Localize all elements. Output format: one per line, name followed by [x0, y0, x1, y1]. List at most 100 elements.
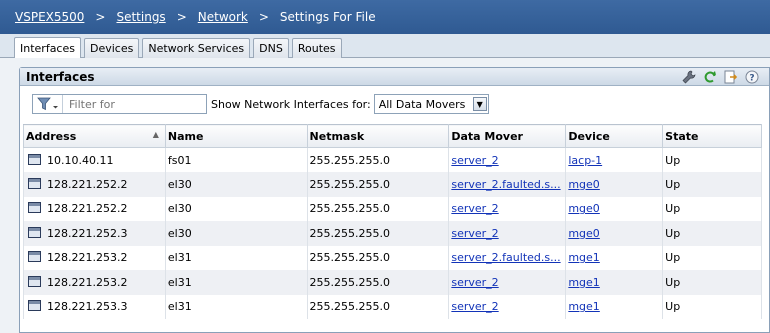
table-row[interactable]: 128.221.253.2 el31 255.255.255.0 server_2 mg… — [23, 270, 762, 295]
cell-address: 128.221.252.3 — [23, 221, 166, 246]
tab-dns[interactable]: DNS — [253, 38, 289, 58]
column-header-address[interactable]: Address ▲ — [23, 124, 166, 148]
cell-state: Up — [662, 270, 762, 295]
breadcrumb: VSPEX5500 > Settings > Network > Setting… — [0, 0, 770, 34]
data-mover-link[interactable]: server_2.faulted.s... — [451, 251, 560, 264]
svg-text:?: ? — [749, 74, 754, 84]
network-interface-icon — [28, 251, 41, 263]
cell-device: mge0 — [565, 196, 664, 221]
cell-address: 128.221.252.2 — [23, 172, 166, 197]
device-link[interactable]: mge0 — [568, 202, 599, 215]
table-header-row: Address ▲ Name Netmask Data Mover Device … — [23, 124, 762, 148]
table-row[interactable]: 128.221.252.3 el30 255.255.255.0 server_2 mg… — [23, 221, 762, 246]
cell-netmask: 255.255.255.0 — [306, 221, 450, 246]
device-link[interactable]: mge1 — [568, 276, 599, 289]
cell-name: fs01 — [164, 147, 308, 172]
cell-netmask: 255.255.255.0 — [306, 172, 450, 197]
tab-routes[interactable]: Routes — [291, 38, 342, 58]
table-row[interactable]: 128.221.252.2 el30 255.255.255.0 server_2 mg… — [23, 196, 762, 221]
device-link[interactable]: mge1 — [568, 300, 599, 313]
cell-netmask: 255.255.255.0 — [306, 245, 450, 270]
device-link[interactable]: mge1 — [568, 251, 599, 264]
breadcrumb-separator: > — [95, 10, 106, 24]
cell-address: 128.221.252.2 — [23, 196, 166, 221]
cell-netmask: 255.255.255.0 — [306, 196, 450, 221]
panel-header-icons: ? — [681, 69, 760, 85]
data-mover-link[interactable]: server_2 — [451, 154, 498, 167]
network-interface-icon — [28, 275, 41, 287]
cell-state: Up — [662, 172, 762, 197]
cell-state: Up — [662, 245, 762, 270]
breadcrumb-settings-link[interactable]: Settings — [116, 10, 165, 24]
chevron-down-icon: ▼ — [472, 97, 487, 111]
cell-name: el30 — [164, 196, 308, 221]
device-link[interactable]: mge0 — [568, 178, 599, 191]
network-interface-icon — [28, 300, 41, 312]
tab-network-services[interactable]: Network Services — [142, 38, 251, 58]
funnel-icon — [36, 97, 58, 111]
cell-device: mge1 — [565, 245, 664, 270]
table-row[interactable]: 128.221.253.3 el31 255.255.255.0 server_2 mg… — [23, 294, 762, 319]
cell-data-mover: server_2 — [448, 147, 567, 172]
cell-name: el31 — [164, 245, 308, 270]
cell-name: el31 — [164, 270, 308, 295]
cell-name: el30 — [164, 172, 308, 197]
column-header-state[interactable]: State — [662, 124, 762, 148]
cell-data-mover: server_2 — [448, 196, 567, 221]
cell-state: Up — [662, 196, 762, 221]
device-link[interactable]: mge0 — [568, 227, 599, 240]
cell-netmask: 255.255.255.0 — [306, 294, 450, 319]
column-header-name[interactable]: Name — [164, 124, 308, 148]
breadcrumb-current: Settings For File — [279, 10, 376, 24]
show-interfaces-label: Show Network Interfaces for: — [211, 97, 371, 111]
column-header-data-mover[interactable]: Data Mover — [448, 124, 567, 148]
interfaces-panel: Interfaces ? Show Network Interfaces for… — [19, 67, 770, 333]
cell-device: mge1 — [565, 270, 664, 295]
cell-state: Up — [662, 147, 762, 172]
column-header-device[interactable]: Device — [565, 124, 664, 148]
filter-box — [32, 94, 207, 114]
filter-toolbar: Show Network Interfaces for: All Data Mo… — [32, 94, 489, 114]
data-mover-link[interactable]: server_2 — [451, 300, 498, 313]
table-row[interactable]: 10.10.40.11 fs01 255.255.255.0 server_2 lacp… — [23, 147, 762, 172]
cell-data-mover: server_2.faulted.s... — [448, 245, 567, 270]
cell-data-mover: server_2 — [448, 221, 567, 246]
wrench-icon[interactable] — [681, 69, 697, 85]
breadcrumb-separator: > — [258, 10, 269, 24]
breadcrumb-separator: > — [176, 10, 187, 24]
sort-ascending-icon: ▲ — [152, 129, 159, 139]
tab-interfaces[interactable]: Interfaces — [14, 37, 81, 58]
panel-title: Interfaces — [26, 69, 95, 84]
network-interface-icon — [28, 177, 41, 189]
interfaces-table: Address ▲ Name Netmask Data Mover Device … — [23, 124, 762, 319]
breadcrumb-network-link[interactable]: Network — [198, 10, 248, 24]
export-icon[interactable] — [723, 69, 739, 85]
cell-name: el31 — [164, 294, 308, 319]
cell-name: el30 — [164, 221, 308, 246]
cell-address: 128.221.253.2 — [23, 245, 166, 270]
column-header-netmask[interactable]: Netmask — [306, 124, 450, 148]
cell-device: lacp-1 — [565, 147, 664, 172]
cell-address: 128.221.253.3 — [23, 294, 166, 319]
cell-address: 128.221.253.2 — [23, 270, 166, 295]
table-row[interactable]: 128.221.253.2 el31 255.255.255.0 server_2.f… — [23, 245, 762, 270]
network-interface-icon — [28, 226, 41, 238]
filter-menu-button[interactable] — [33, 95, 63, 113]
refresh-icon[interactable] — [702, 69, 718, 85]
filter-input[interactable] — [63, 97, 203, 111]
data-mover-link[interactable]: server_2 — [451, 227, 498, 240]
data-mover-link[interactable]: server_2.faulted.s... — [451, 178, 560, 191]
data-mover-select[interactable]: All Data Movers ▼ — [373, 94, 489, 114]
device-link[interactable]: lacp-1 — [568, 154, 602, 167]
help-icon[interactable]: ? — [744, 69, 760, 85]
cell-netmask: 255.255.255.0 — [306, 147, 450, 172]
breadcrumb-system-link[interactable]: VSPEX5500 — [15, 10, 84, 24]
cell-address: 10.10.40.11 — [23, 147, 166, 172]
tab-devices[interactable]: Devices — [83, 38, 140, 58]
table-row[interactable]: 128.221.252.2 el30 255.255.255.0 server_2.f… — [23, 172, 762, 197]
cell-state: Up — [662, 294, 762, 319]
data-mover-link[interactable]: server_2 — [451, 202, 498, 215]
network-interface-icon — [28, 153, 41, 165]
data-mover-link[interactable]: server_2 — [451, 276, 498, 289]
cell-data-mover: server_2.faulted.s... — [448, 172, 567, 197]
